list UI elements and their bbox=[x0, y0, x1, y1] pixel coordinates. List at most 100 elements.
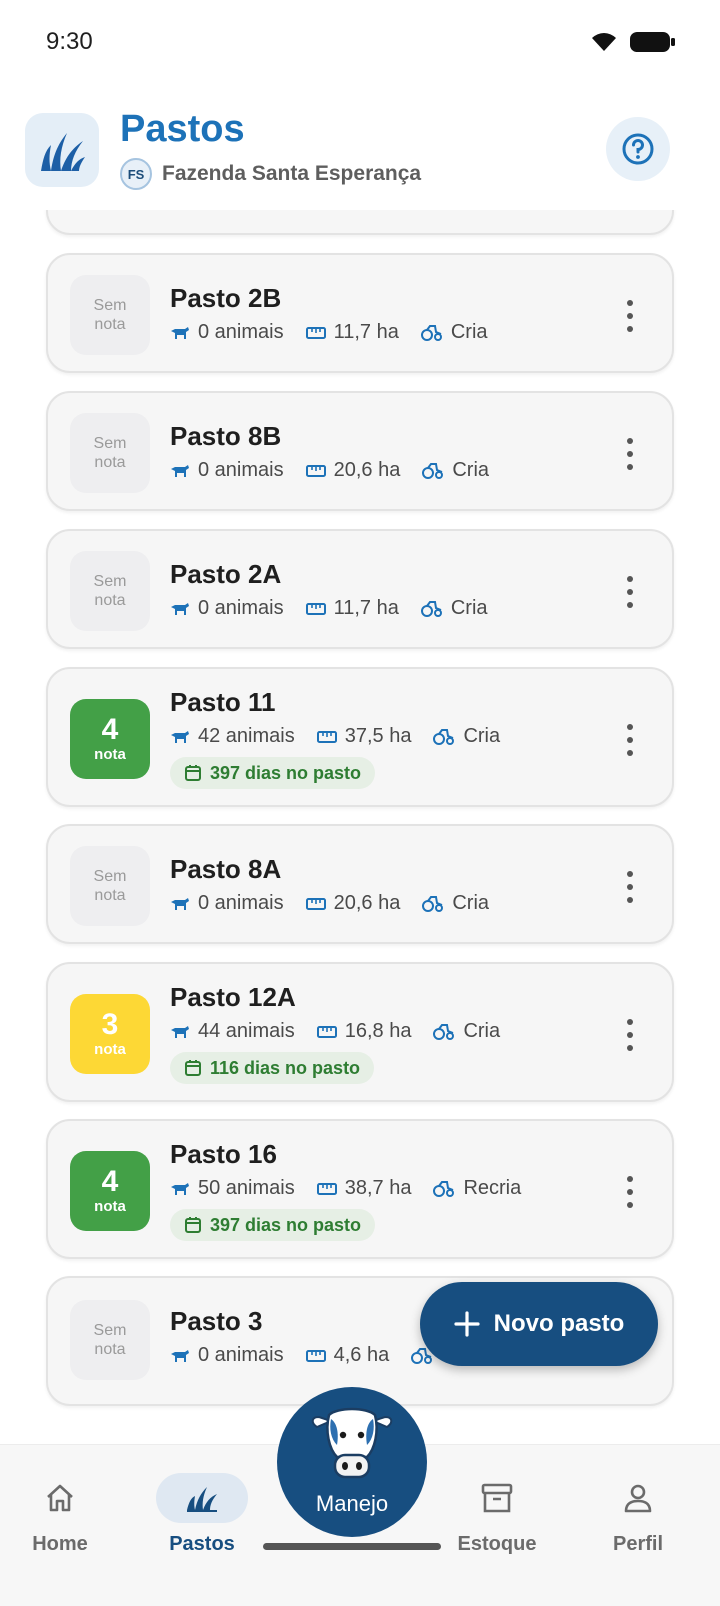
farm-avatar: FS bbox=[120, 158, 152, 190]
category-label: Cria bbox=[463, 725, 501, 747]
home-icon bbox=[47, 1484, 73, 1512]
more-options-button[interactable] bbox=[626, 1019, 634, 1051]
pasture-meta: 42 animais 37,5 ha Cria bbox=[170, 725, 522, 748]
plus-icon bbox=[454, 1311, 480, 1337]
help-icon bbox=[622, 133, 654, 165]
farm-selector[interactable]: FS Fazenda Santa Esperança bbox=[120, 158, 421, 190]
pasture-meta: 0 animais 4,6 ha bbox=[170, 1344, 463, 1367]
no-grade-line2: nota bbox=[94, 887, 126, 904]
pasture-card[interactable]: Sem nota Pasto 2A 0 animais 11,7 ha Cria bbox=[46, 529, 674, 649]
pasture-meta: 50 animais 38,7 ha Recria bbox=[170, 1177, 543, 1200]
pasture-card[interactable]: 4 nota Pasto 11 42 animais 37,5 ha Cria … bbox=[46, 667, 674, 807]
grass-logo-icon bbox=[41, 133, 85, 171]
grade-badge-empty: Sem nota bbox=[70, 551, 150, 631]
more-options-button[interactable] bbox=[626, 300, 634, 332]
days-label: 397 dias no pasto bbox=[210, 1214, 362, 1235]
grade-badge-empty: Sem nota bbox=[70, 413, 150, 493]
cattle-icon bbox=[171, 1182, 189, 1195]
category-label: Cria bbox=[452, 459, 490, 481]
grass-icon bbox=[187, 1487, 217, 1512]
ruler-icon bbox=[305, 1349, 326, 1362]
pasture-meta: 0 animais 20,6 ha Cria bbox=[170, 459, 511, 482]
pasture-list[interactable]: Sem nota Pasto 2B 0 animais 11,7 ha Cria… bbox=[0, 210, 720, 1425]
calendar-icon bbox=[185, 1060, 201, 1076]
tractor-icon bbox=[433, 1180, 455, 1197]
page-title: Pastos bbox=[120, 108, 245, 150]
more-options-button[interactable] bbox=[626, 724, 634, 756]
days-label: 116 dias no pasto bbox=[210, 1057, 361, 1078]
nav-perfil-label: Perfil bbox=[612, 1533, 664, 1555]
pasture-card[interactable]: Sem nota Pasto 8A 0 animais 20,6 ha Cria bbox=[46, 824, 674, 944]
pasture-card-partial[interactable] bbox=[46, 210, 674, 235]
more-options-button[interactable] bbox=[626, 438, 634, 470]
nav-estoque-label: Estoque bbox=[457, 1533, 537, 1555]
grade-value: 4 bbox=[101, 713, 119, 746]
grade-badge: 3 nota bbox=[70, 994, 150, 1074]
more-options-button[interactable] bbox=[626, 576, 634, 608]
grade-badge-empty: Sem nota bbox=[70, 275, 150, 355]
status-bar: 9:30 bbox=[0, 0, 720, 88]
app-logo bbox=[25, 113, 99, 187]
ruler-icon bbox=[305, 897, 326, 910]
no-grade-line1: Sem bbox=[93, 297, 127, 314]
more-options-button[interactable] bbox=[626, 1176, 634, 1208]
nav-perfil[interactable]: Perfil bbox=[578, 1473, 698, 1556]
no-grade-line2: nota bbox=[94, 592, 126, 609]
no-grade-line1: Sem bbox=[93, 1322, 127, 1339]
ruler-icon bbox=[305, 602, 326, 615]
ruler-icon bbox=[305, 464, 326, 477]
nav-estoque[interactable]: Estoque bbox=[437, 1473, 557, 1556]
category-label: Cria bbox=[463, 1020, 501, 1042]
pasture-name: Pasto 2A bbox=[170, 559, 282, 589]
pasture-meta: 44 animais 16,8 ha Cria bbox=[170, 1020, 522, 1043]
animals-count: 0 animais bbox=[198, 459, 284, 481]
ruler-icon bbox=[316, 1025, 337, 1038]
grade-badge-empty: Sem nota bbox=[70, 1300, 150, 1380]
tractor-icon bbox=[433, 728, 455, 745]
area-value: 37,5 ha bbox=[344, 725, 412, 747]
area-value: 20,6 ha bbox=[333, 459, 401, 481]
nav-home-label: Home bbox=[32, 1533, 88, 1555]
no-grade-line2: nota bbox=[94, 316, 126, 333]
battery-icon bbox=[630, 32, 675, 52]
area-value: 38,7 ha bbox=[344, 1177, 412, 1199]
new-pasture-button[interactable]: Novo pasto bbox=[420, 1282, 658, 1366]
calendar-icon bbox=[185, 1217, 201, 1233]
manejo-label: Manejo bbox=[315, 1491, 389, 1516]
nav-home[interactable]: Home bbox=[0, 1473, 120, 1556]
grade-badge: 4 nota bbox=[70, 1151, 150, 1231]
days-badge: 397 dias no pasto bbox=[170, 757, 376, 789]
category-label: Cria bbox=[450, 597, 488, 619]
pasture-meta: 0 animais 11,7 ha Cria bbox=[170, 321, 510, 344]
grade-badge: 4 nota bbox=[70, 699, 150, 779]
cow-face-icon bbox=[311, 1407, 393, 1479]
pasture-card[interactable]: Sem nota Pasto 2B 0 animais 11,7 ha Cria bbox=[46, 253, 674, 373]
nav-pastos[interactable]: Pastos bbox=[142, 1473, 262, 1556]
category-label: Cria bbox=[452, 892, 490, 914]
pasture-card[interactable]: Sem nota Pasto 8B 0 animais 20,6 ha Cria bbox=[46, 391, 674, 511]
help-button[interactable] bbox=[606, 117, 670, 181]
grade-label: nota bbox=[94, 1041, 126, 1058]
cattle-icon bbox=[171, 897, 189, 910]
pasture-card[interactable]: 3 nota Pasto 12A 44 animais 16,8 ha Cria… bbox=[46, 962, 674, 1102]
nav-pastos-label: Pastos bbox=[169, 1533, 235, 1555]
animals-count: 0 animais bbox=[198, 892, 284, 914]
no-grade-line1: Sem bbox=[93, 868, 127, 885]
more-options-button[interactable] bbox=[626, 871, 634, 903]
grade-value: 4 bbox=[101, 1165, 119, 1198]
ruler-icon bbox=[316, 730, 337, 743]
area-value: 11,7 ha bbox=[333, 321, 399, 343]
archive-box-icon bbox=[481, 1483, 513, 1513]
manejo-button[interactable]: Manejo bbox=[277, 1387, 427, 1537]
cattle-icon bbox=[171, 326, 189, 339]
pasture-name: Pasto 2B bbox=[170, 283, 282, 313]
farm-name: Fazenda Santa Esperança bbox=[162, 162, 422, 185]
status-time: 9:30 bbox=[46, 28, 93, 55]
pasture-card[interactable]: 4 nota Pasto 16 50 animais 38,7 ha Recri… bbox=[46, 1119, 674, 1259]
animals-count: 0 animais bbox=[198, 597, 284, 619]
no-grade-line1: Sem bbox=[93, 435, 127, 452]
animals-count: 44 animais bbox=[198, 1020, 295, 1042]
no-grade-line2: nota bbox=[94, 454, 126, 471]
tractor-icon bbox=[433, 1023, 455, 1040]
tractor-icon bbox=[420, 600, 442, 617]
